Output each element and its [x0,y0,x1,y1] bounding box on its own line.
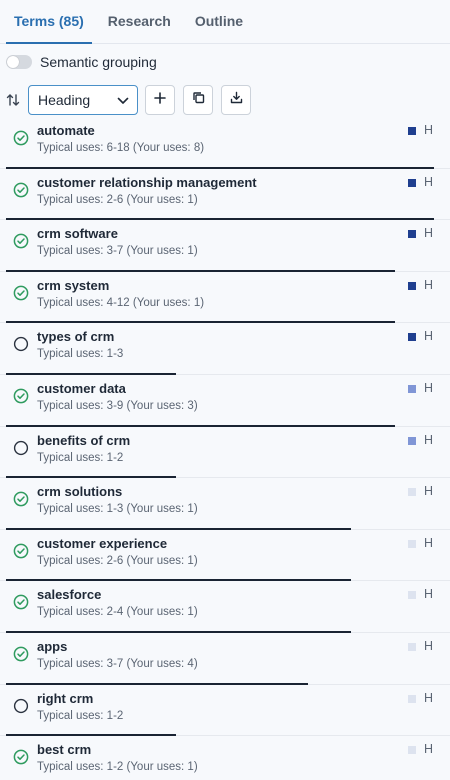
term-usage: Typical uses: 3-7 (Your uses: 1) [37,245,198,258]
term-usage: Typical uses: 4-12 (Your uses: 1) [37,296,205,309]
term-usage: Typical uses: 1-2 (Your uses: 1) [37,761,198,774]
term-usage: Typical uses: 1-2 [37,709,124,722]
check-circle-icon [13,646,29,662]
term-usage: Typical uses: 2-6 (Your uses: 1) [37,554,198,567]
term-usage: Typical uses: 3-7 (Your uses: 4) [37,657,198,670]
importance-swatch [408,127,416,135]
check-circle-icon [13,594,29,610]
term-usage: Typical uses: 1-3 (Your uses: 1) [37,503,198,516]
heading-select-value: Heading [38,92,91,108]
importance-swatch [408,384,416,393]
heading-tag: H [424,638,434,653]
check-circle-icon [13,285,29,301]
term-usage: Typical uses: 2-4 (Your uses: 1) [37,606,198,619]
term-name: customer relationship management [37,174,257,190]
term-usage: Typical uses: 1-2 [37,451,124,464]
term-row[interactable]: best crm Typical uses: 1-2 (Your uses: 1)… [0,736,450,780]
terms-list: automate Typical uses: 6-18 (Your uses: 8… [0,117,450,780]
term-usage: Typical uses: 2-6 (Your uses: 1) [37,193,198,206]
tab-outline[interactable]: Outline [187,13,251,43]
term-row[interactable]: crm solutions Typical uses: 1-3 (Your use… [0,478,450,530]
heading-tag: H [424,742,434,757]
term-name: crm system [37,277,110,293]
term-usage: Typical uses: 3-9 (Your uses: 3) [37,399,198,412]
term-usage: Typical uses: 6-18 (Your uses: 8) [37,142,205,154]
term-row[interactable]: salesforce Typical uses: 2-4 (Your uses: … [0,581,450,633]
tab-bar: Terms (85) Research Outline [0,0,450,44]
term-row[interactable]: apps Typical uses: 3-7 (Your uses: 4) H [0,633,450,685]
chevron-down-icon [117,92,129,108]
importance-swatch [408,488,416,497]
term-row[interactable]: customer data Typical uses: 3-9 (Your use… [0,375,450,427]
term-name: customer data [37,380,126,396]
term-row[interactable]: crm software Typical uses: 3-7 (Your uses… [0,220,450,272]
term-name: right crm [37,690,94,706]
heading-tag: H [424,535,434,550]
term-name: automate [37,123,95,138]
heading-tag: H [424,123,434,137]
check-circle-icon [13,543,29,559]
term-row[interactable]: crm system Typical uses: 4-12 (Your uses:… [0,272,450,324]
term-row[interactable]: customer experience Typical uses: 2-6 (Yo… [0,530,450,582]
check-circle-icon [13,182,29,198]
term-name: apps [37,638,68,654]
term-name: crm solutions [37,484,123,500]
heading-tag: H [424,174,434,189]
check-circle-icon [13,388,29,404]
empty-circle-icon [13,698,29,714]
importance-swatch [408,436,416,445]
term-name: best crm [37,742,92,758]
term-row[interactable]: benefits of crm Typical uses: 1-2 H [0,427,450,479]
term-row[interactable]: types of crm Typical uses: 1-3 H [0,323,450,375]
importance-swatch [408,281,416,290]
empty-circle-icon [13,440,29,456]
tab-terms[interactable]: Terms (85) [6,13,92,44]
controls-row: Heading [0,80,450,120]
semantic-grouping-toggle[interactable] [6,55,32,69]
heading-tag: H [424,226,434,241]
importance-swatch [408,591,416,600]
add-term-button[interactable] [145,85,175,115]
toggle-knob [7,56,19,68]
importance-swatch [408,746,416,755]
heading-tag: H [424,484,434,499]
importance-swatch [408,178,416,187]
term-name: salesforce [37,587,102,603]
term-row[interactable]: automate Typical uses: 6-18 (Your uses: 8… [0,117,450,169]
check-circle-icon [13,491,29,507]
term-row[interactable]: customer relationship management Typical … [0,169,450,221]
heading-tag: H [424,329,434,344]
term-name: crm software [37,226,118,242]
tab-research[interactable]: Research [100,13,179,43]
download-icon [230,91,243,109]
download-button[interactable] [221,85,251,115]
importance-swatch [408,539,416,548]
importance-swatch [408,333,416,342]
copy-button[interactable] [183,85,213,115]
plus-icon [154,91,166,109]
sort-arrows-icon[interactable] [6,92,22,108]
empty-circle-icon [13,336,29,352]
heading-tag: H [424,690,434,705]
check-circle-icon [13,749,29,765]
term-name: customer experience [37,535,168,551]
semantic-grouping-label: Semantic grouping [40,54,157,70]
copy-icon [192,91,205,109]
term-row[interactable]: right crm Typical uses: 1-2 H [0,685,450,737]
check-circle-icon [13,130,29,146]
semantic-grouping-row: Semantic grouping [0,44,450,80]
term-name: types of crm [37,329,115,345]
heading-tag: H [424,380,434,395]
importance-swatch [408,694,416,703]
heading-select[interactable]: Heading [28,85,138,115]
term-usage: Typical uses: 1-3 [37,348,124,361]
heading-tag: H [424,432,434,447]
heading-tag: H [424,587,434,602]
heading-tag: H [424,277,434,292]
importance-swatch [408,230,416,239]
importance-swatch [408,642,416,651]
term-name: benefits of crm [37,432,131,448]
check-circle-icon [13,233,29,249]
